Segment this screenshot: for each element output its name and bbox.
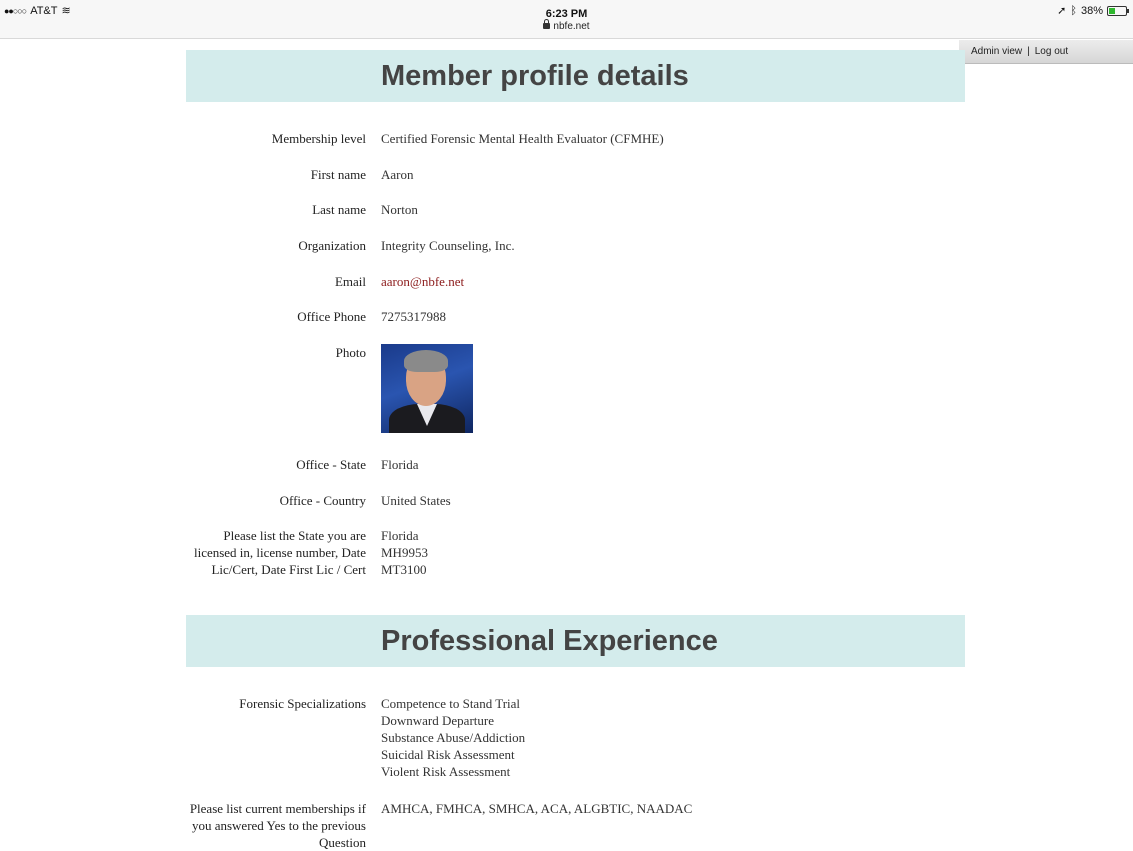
field-value: 7275317988: [381, 309, 446, 324]
address-bar[interactable]: nbfe.net: [0, 19, 1133, 32]
field-value: Florida MH9953 MT3100: [381, 527, 941, 578]
field-value: aaron@nbfe.net: [381, 273, 941, 290]
section-title: Professional Experience: [381, 625, 718, 657]
member-photo: [381, 344, 473, 433]
field-value: [381, 338, 941, 433]
experience-section-header: Professional Experience: [186, 615, 965, 667]
lock-icon: [543, 19, 551, 29]
field-value: Competence to Stand Trial Downward Depar…: [381, 695, 941, 780]
logout-link[interactable]: Log out: [1035, 46, 1068, 57]
clock: 6:23 PM: [545, 8, 588, 20]
field-label: Membership level: [271, 131, 366, 146]
field-value: Norton: [381, 202, 418, 217]
specialization-item: Downward Departure: [381, 713, 494, 728]
status-right: ➚ ᛒ 38%: [1057, 4, 1129, 17]
admin-separator: |: [1027, 46, 1030, 57]
specialization-item: Substance Abuse/Addiction: [381, 730, 526, 745]
bluetooth-icon: ᛒ: [1070, 4, 1077, 17]
battery-percent: 38%: [1080, 4, 1103, 17]
license-line: MT3100: [381, 562, 427, 577]
field-label: Organization: [298, 238, 366, 253]
specialization-item: Competence to Stand Trial: [381, 696, 521, 711]
field-value: AMHCA, FMHCA, SMHCA, ACA, ALGBTIC, NAADA…: [381, 801, 693, 816]
license-line: Florida: [381, 528, 419, 543]
location-icon: ➚: [1057, 5, 1067, 17]
field-value: United States: [381, 493, 451, 508]
field-label: Office - State: [296, 457, 366, 472]
field-label: Please list current memberships if you a…: [189, 801, 366, 850]
photo-hair: [404, 350, 448, 372]
battery-icon: [1107, 5, 1129, 16]
admin-view-link[interactable]: Admin view: [971, 46, 1022, 57]
field-label: Forensic Specializations: [239, 696, 366, 711]
field-value: Integrity Counseling, Inc.: [381, 238, 515, 253]
field-label: Email: [334, 274, 366, 289]
field-value: Certified Forensic Mental Health Evaluat…: [381, 131, 664, 146]
specialization-item: Violent Risk Assessment: [381, 764, 511, 779]
field-label: Last name: [312, 202, 366, 217]
profile-section-header: Member profile details: [186, 50, 965, 102]
field-label: Office Phone: [297, 309, 366, 324]
status-center: 6:23 PM nbfe.net: [0, 8, 1133, 32]
page-title: Member profile details: [381, 60, 689, 92]
field-label: Please list the State you are licensed i…: [193, 528, 366, 577]
battery-fill: [1109, 7, 1116, 14]
email-link[interactable]: aaron@nbfe.net: [381, 274, 464, 289]
field-label: First name: [310, 167, 366, 182]
url-text: nbfe.net: [553, 21, 590, 32]
specialization-item: Suicidal Risk Assessment: [381, 747, 515, 762]
field-value: Aaron: [381, 167, 414, 182]
license-line: MH9953: [381, 545, 428, 560]
field-label: Office - Country: [279, 493, 366, 508]
admin-bar: Admin view | Log out: [959, 40, 1133, 64]
field-label: Photo: [335, 345, 366, 360]
field-value: Florida: [381, 457, 419, 472]
ios-status-bar: ●●○○○ AT&T ≋ 6:23 PM nbfe.net ➚ ᛒ 38%: [0, 0, 1133, 39]
